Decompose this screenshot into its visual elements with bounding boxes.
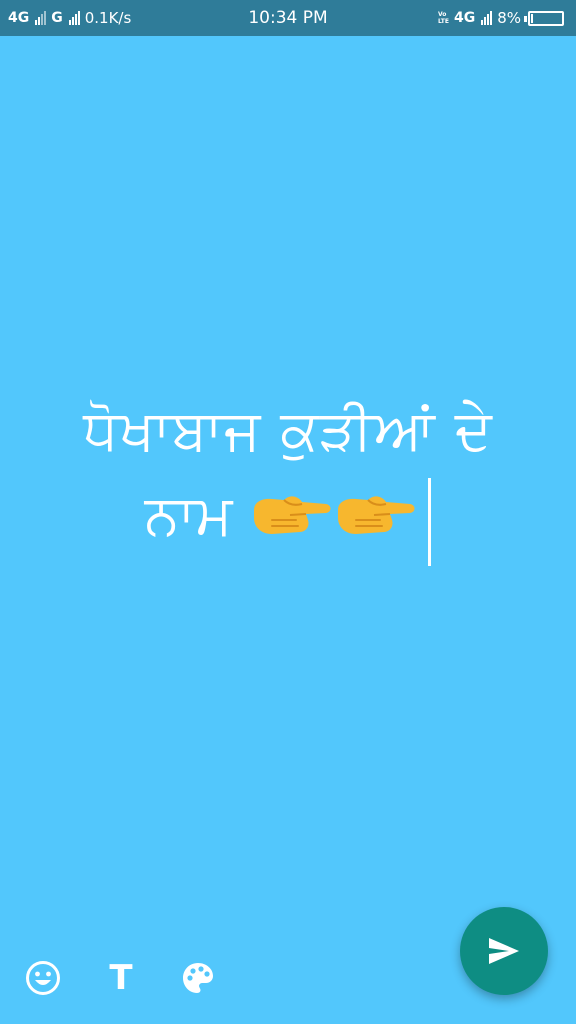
signal-strength-icon-3 (481, 11, 493, 25)
clock: 10:34 PM (248, 8, 328, 28)
caption-line-1[interactable]: ਧੋਖਾਬਾਜ ਕੁੜੀਆਂ ਦੇ (0, 390, 576, 472)
send-button[interactable] (460, 907, 548, 995)
palette-icon (183, 963, 213, 993)
status-composer-screen: 4G G 0.1K/s 10:34 PM Vo LTE 4G 8% ਧੋਖਾਬਾ… (0, 0, 576, 1024)
status-bar: 4G G 0.1K/s 10:34 PM Vo LTE 4G 8% (0, 0, 576, 36)
backhand-index-pointing-right-icon (254, 496, 331, 534)
signal-strength-icon-2 (68, 11, 80, 25)
battery-percent: 8% (497, 9, 521, 27)
network-type-label-3: 4G (453, 10, 476, 26)
status-bar-right: Vo LTE 4G 8% (438, 9, 564, 27)
signal-strength-icon (35, 11, 47, 25)
volte-bottom-label: LTE (437, 18, 449, 25)
backhand-index-pointing-right-icon (338, 496, 415, 534)
volte-top-label: Vo (437, 11, 447, 18)
emoji-button[interactable] (23, 958, 63, 998)
network-speed: 0.1K/s (84, 9, 132, 27)
caption-line-2-text: ਨਾਮ (144, 483, 233, 548)
status-text-editor[interactable]: ਧੋਖਾਬਾਜ ਕੁੜੀਆਂ ਦੇ ਨਾਮ (0, 390, 576, 566)
battery-icon (524, 10, 564, 26)
volte-icon: Vo LTE (438, 11, 449, 25)
emoji-row (250, 490, 416, 542)
battery-fill (531, 13, 533, 23)
status-bar-left: 4G G 0.1K/s (8, 9, 131, 27)
network-type-label: 4G (8, 10, 30, 26)
caption-line-2[interactable]: ਨਾਮ (144, 472, 432, 566)
text-cursor (428, 478, 432, 566)
text-style-label: T (109, 958, 133, 998)
send-icon (489, 938, 519, 964)
background-color-button[interactable] (178, 958, 218, 998)
smiley-icon (26, 961, 60, 995)
text-style-button[interactable]: T (101, 958, 141, 998)
network-type-label-2: G (51, 10, 63, 26)
